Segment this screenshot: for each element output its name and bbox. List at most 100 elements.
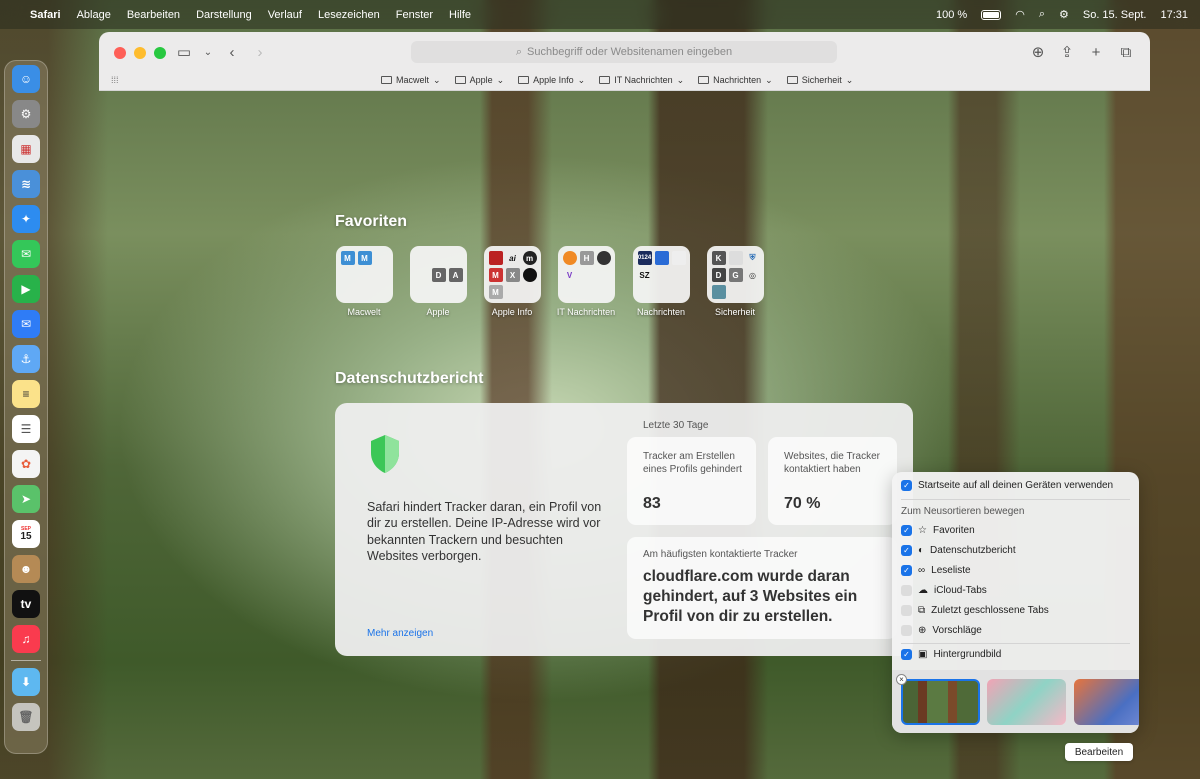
edit-button[interactable]: Bearbeiten: [1065, 743, 1133, 761]
zoom-window-button[interactable]: [154, 47, 166, 59]
downloads-icon[interactable]: ⊕: [1027, 42, 1049, 62]
favorite-apple[interactable]: D A Apple: [400, 246, 476, 318]
checkbox-checked[interactable]: ✓: [901, 545, 912, 556]
menu-date[interactable]: So. 15. Sept.: [1083, 9, 1147, 21]
close-icon[interactable]: ×: [896, 674, 907, 685]
checkbox-checked[interactable]: ✓: [901, 565, 912, 576]
downloads-folder-icon[interactable]: ⬇: [12, 668, 40, 696]
checkbox-checked[interactable]: ✓: [901, 480, 912, 491]
folder-icon: [381, 76, 392, 84]
launchpad-icon[interactable]: ▦: [12, 135, 40, 163]
privacy-report-panel[interactable]: Safari hindert Tracker daran, ein Profil…: [335, 403, 913, 656]
close-window-button[interactable]: [114, 47, 126, 59]
reminders-icon[interactable]: ☰: [12, 415, 40, 443]
battery-icon[interactable]: [981, 9, 1002, 20]
background-thumbnail-bear[interactable]: [1074, 679, 1139, 725]
back-icon[interactable]: ‹: [221, 42, 243, 62]
option-icloud-tabs[interactable]: ☁ iCloud-Tabs: [901, 585, 987, 596]
bookmark-folder-apple[interactable]: Apple ⌄: [454, 75, 504, 86]
chevron-down-icon: ⌄: [676, 74, 685, 85]
menu-fenster[interactable]: Fenster: [396, 9, 433, 21]
minimize-window-button[interactable]: [134, 47, 146, 59]
spotlight-search-icon[interactable]: ⌕: [1039, 8, 1045, 21]
system-settings-icon[interactable]: ⚙: [12, 100, 40, 128]
menu-hilfe[interactable]: Hilfe: [449, 9, 471, 21]
notes-icon[interactable]: ≡: [12, 380, 40, 408]
contacts-icon[interactable]: ☻: [12, 555, 40, 583]
divider: [901, 643, 1130, 644]
star-icon: ☆: [918, 525, 927, 536]
show-more-link[interactable]: Mehr anzeigen: [367, 628, 433, 639]
facetime-icon[interactable]: ▶: [12, 275, 40, 303]
app-store-like-icon[interactable]: ≋: [12, 170, 40, 198]
option-datenschutzbericht[interactable]: ✓ ◐ Datenschutzbericht: [901, 545, 1016, 556]
menu-time[interactable]: 17:31: [1160, 9, 1188, 21]
checkbox-unchecked[interactable]: [901, 585, 912, 596]
favorite-tile: H V: [557, 246, 615, 303]
trackers-prevented-count: 83: [643, 495, 661, 512]
battery-percentage[interactable]: 100 %: [936, 9, 967, 21]
favorite-nachrichten[interactable]: 0124 SZ Nachrichten: [623, 246, 699, 318]
bookmark-folder-nachrichten[interactable]: Nachrichten ⌄: [698, 75, 773, 86]
checkbox-checked[interactable]: ✓: [901, 649, 912, 660]
xcode-like-icon[interactable]: ⚓: [12, 345, 40, 373]
folder-icon: [698, 76, 710, 84]
new-tab-icon[interactable]: +: [1085, 42, 1107, 62]
maps-icon[interactable]: ➤: [12, 485, 40, 513]
menu-lesezeichen[interactable]: Lesezeichen: [318, 9, 380, 21]
option-recently-closed-tabs[interactable]: ⧉ Zuletzt geschlossene Tabs: [901, 605, 1049, 616]
messages-icon[interactable]: ✉: [12, 240, 40, 268]
wifi-icon[interactable]: ◠: [1015, 8, 1025, 21]
most-contacted-tracker-text: cloudflare.com wurde daran gehindert, au…: [643, 568, 858, 626]
tab-overview-icon[interactable]: ⧉: [1115, 42, 1137, 62]
cloud-icon: ☁: [918, 585, 928, 596]
trash-icon[interactable]: 🗑: [12, 703, 40, 731]
finder-icon[interactable]: ☺: [12, 65, 40, 93]
bookmark-folder-macwelt[interactable]: Macwelt ⌄: [381, 75, 441, 86]
bookmark-folder-sicherheit[interactable]: Sicherheit ⌄: [786, 75, 853, 86]
menu-darstellung[interactable]: Darstellung: [196, 9, 252, 21]
menu-verlauf[interactable]: Verlauf: [268, 9, 302, 21]
sidebar-toggle-icon[interactable]: ▭: [173, 42, 195, 62]
apple-tv-icon[interactable]: tv: [12, 590, 40, 618]
site-icon: [488, 251, 503, 265]
chevron-down-icon: ⌄: [765, 74, 773, 85]
background-thumbnail-butterfly[interactable]: [987, 679, 1066, 725]
forward-icon[interactable]: ›: [249, 42, 271, 62]
bookmark-label: Macwelt: [396, 75, 430, 85]
option-use-on-all-devices[interactable]: ✓ Startseite auf all deinen Geräten verw…: [901, 480, 1113, 491]
control-center-icon[interactable]: ⚙: [1059, 8, 1069, 21]
menu-bearbeiten[interactable]: Bearbeiten: [127, 9, 180, 21]
chevron-down-icon[interactable]: ⌄: [197, 42, 219, 62]
folder-icon: [518, 76, 530, 84]
favorite-apple-info[interactable]: ai m M X M Apple Info: [474, 246, 550, 318]
favorite-tile: ai m M X M: [483, 246, 541, 303]
calendar-icon[interactable]: SEP 15: [12, 520, 40, 548]
favorite-macwelt[interactable]: M M Macwelt: [326, 246, 402, 318]
shield-icon: [371, 435, 399, 473]
option-vorschlaege[interactable]: ⊕ Vorschläge: [901, 625, 982, 636]
safari-icon[interactable]: ✦: [12, 205, 40, 233]
period-label: Letzte 30 Tage: [643, 420, 709, 431]
option-favoriten[interactable]: ✓ ☆ Favoriten: [901, 525, 975, 536]
background-thumbnail-forest[interactable]: [901, 679, 980, 725]
menu-ablage[interactable]: Ablage: [77, 9, 111, 21]
checkbox-checked[interactable]: ✓: [901, 525, 912, 536]
glasses-icon: ∞: [918, 565, 926, 576]
mail-icon[interactable]: ✉: [12, 310, 40, 338]
menu-app-name[interactable]: Safari: [30, 9, 61, 21]
calendar-day: 15: [20, 530, 32, 542]
bookmark-folder-it-nachrichten[interactable]: IT Nachrichten ⌄: [599, 75, 684, 86]
checkbox-unchecked[interactable]: [901, 625, 912, 636]
trackers-prevented-card: Tracker am Erstellen eines Profils gehin…: [627, 437, 756, 525]
favorite-it-nachrichten[interactable]: H V IT Nachrichten: [548, 246, 624, 318]
option-background-image[interactable]: ✓ ▣ Hintergrundbild: [901, 649, 1001, 660]
bookmark-folder-apple-info[interactable]: Apple Info ⌄: [518, 75, 585, 86]
share-icon[interactable]: ⇪: [1056, 42, 1078, 62]
checkbox-unchecked[interactable]: [901, 605, 912, 616]
favorite-sicherheit[interactable]: K ⛨ D G ◎ Sicherheit: [697, 246, 773, 318]
photos-icon[interactable]: ✿: [12, 450, 40, 478]
option-leseliste[interactable]: ✓ ∞ Leseliste: [901, 565, 971, 576]
music-icon[interactable]: ♫: [12, 625, 40, 653]
address-bar[interactable]: ⌕ Suchbegriff oder Websitenamen eingeben: [411, 41, 837, 63]
